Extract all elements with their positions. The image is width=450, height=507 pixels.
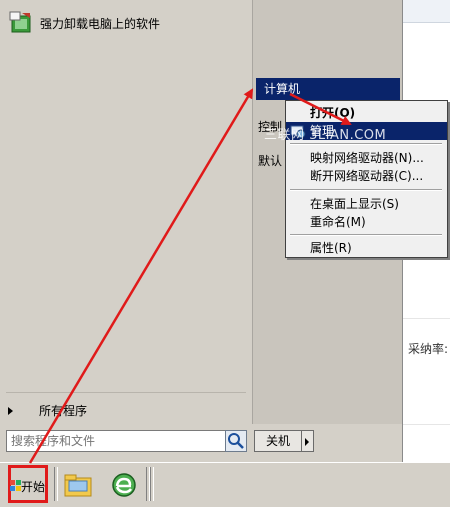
context-item-disconnect-network-drive[interactable]: 断开网络驱动器(C)... <box>286 167 447 185</box>
context-item-properties[interactable]: 属性(R) <box>286 239 447 257</box>
arrow-right-icon <box>8 406 13 415</box>
folder-icon <box>64 474 92 497</box>
search-icon <box>228 433 244 449</box>
background-divider <box>402 424 450 425</box>
search-input[interactable] <box>6 430 226 452</box>
watermark: 三联网 3LIAN.COM <box>264 128 387 143</box>
search-button[interactable] <box>225 430 247 452</box>
pinned-program-uninstaller[interactable]: 强力卸载电脑上的软件 <box>8 10 160 36</box>
arrow-right-icon <box>305 438 309 446</box>
programs-divider <box>6 392 246 393</box>
internet-explorer-icon <box>112 473 136 497</box>
taskbar-separator <box>150 467 154 501</box>
context-item-map-network-drive[interactable]: 映射网络驱动器(N)... <box>286 149 447 167</box>
shutdown-button[interactable]: 关机 <box>254 430 302 452</box>
all-programs-button[interactable]: 所有程序 <box>8 402 87 419</box>
taskbar-explorer-button[interactable] <box>62 469 94 501</box>
start-button-label: 开始 <box>21 480 46 494</box>
taskbar-separator <box>54 467 58 501</box>
pinned-program-label: 强力卸载电脑上的软件 <box>40 16 161 31</box>
context-item-show-on-desktop[interactable]: 在桌面上显示(S) <box>286 195 447 213</box>
uninstaller-icon <box>8 10 34 36</box>
start-menu-search-bar: 关机 <box>0 424 402 462</box>
start-menu-programs-pane: 强力卸载电脑上的软件 所有程序 <box>0 0 253 424</box>
start-menu-item-default-programs[interactable]: 默认 <box>258 152 282 169</box>
menu-separator <box>290 143 442 145</box>
start-button[interactable]: 开始 <box>8 465 48 503</box>
context-item-open[interactable]: 打开(O) <box>286 104 447 122</box>
start-menu-item-computer[interactable]: 计算机 <box>256 78 400 100</box>
context-item-rename[interactable]: 重命名(M) <box>286 213 447 231</box>
taskbar: 开始 <box>0 462 450 507</box>
background-window-toolbar <box>402 0 450 23</box>
all-programs-label: 所有程序 <box>39 404 88 418</box>
background-divider <box>402 318 450 319</box>
shutdown-options-button[interactable] <box>302 430 314 452</box>
taskbar-browser-button[interactable] <box>108 469 140 501</box>
menu-separator <box>290 234 442 236</box>
adopt-rate-label: 采纳率: <box>408 342 449 356</box>
menu-separator <box>290 189 442 191</box>
